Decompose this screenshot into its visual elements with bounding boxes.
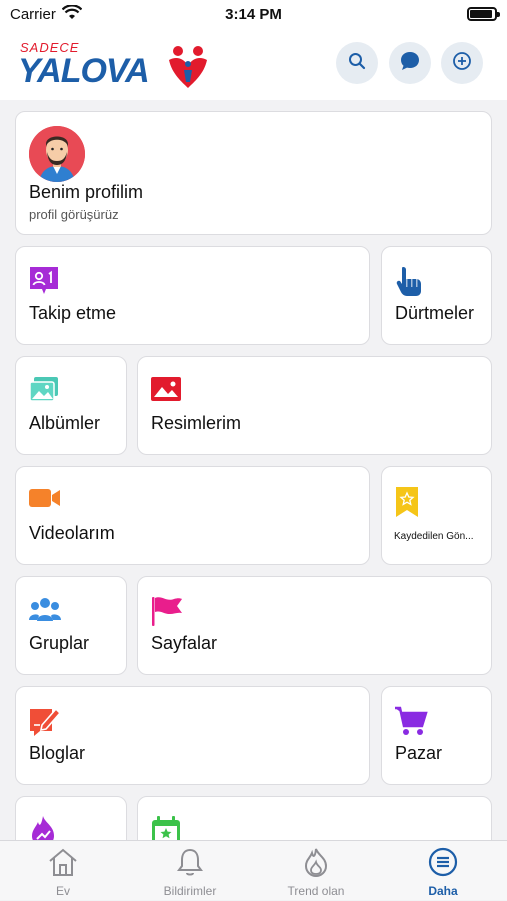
chat-icon [399, 50, 421, 77]
tile-albums[interactable]: Albümler [15, 356, 127, 455]
tile-blogs[interactable]: Bloglar [15, 686, 370, 785]
app-header: SADECE YALOVA [0, 30, 507, 100]
bottom-tab-bar: Ev Bildirimler Trend olan Daha [0, 840, 507, 900]
bell-icon [127, 847, 253, 877]
battery-icon [467, 7, 500, 21]
tab-more-label: Daha [428, 884, 458, 898]
tab-notifications-label: Bildirimler [163, 884, 217, 898]
photos-icon [150, 375, 182, 408]
tile-groups[interactable]: Gruplar [15, 576, 127, 675]
tile-albums-label: Albümler [29, 413, 101, 433]
profile-name: Benim profilim [29, 182, 144, 202]
tile-follow[interactable]: Takip etme [15, 246, 370, 345]
search-button[interactable] [336, 42, 378, 84]
tile-photos[interactable]: Resimlerim [137, 356, 492, 455]
create-button[interactable] [441, 42, 483, 84]
add-circle-icon [452, 51, 472, 76]
flag-icon [150, 595, 184, 632]
status-time: 3:14 PM [225, 6, 282, 23]
follow-user-icon [28, 265, 60, 302]
flame-icon [253, 847, 379, 877]
tile-popular-posts[interactable] [15, 796, 127, 840]
home-icon [0, 847, 126, 877]
tile-blogs-label: Bloglar [29, 743, 86, 763]
tile-pages[interactable]: Sayfalar [137, 576, 492, 675]
tile-photos-label: Resimlerim [151, 413, 241, 433]
app-logo[interactable]: SADECE YALOVA [18, 40, 218, 92]
tile-pages-label: Sayfalar [151, 633, 218, 653]
status-bar: Carrier 3:14 PM [0, 0, 507, 30]
logo-people-icon [166, 44, 210, 95]
profile-subtitle: profil görüşürüz [29, 207, 119, 222]
tile-pokes-label: Dürtmeler [395, 303, 475, 323]
albums-icon [28, 375, 60, 410]
profile-card[interactable]: Benim profilim profil görüşürüz [15, 111, 492, 235]
menu-circle-icon [380, 847, 506, 877]
tile-groups-label: Gruplar [29, 633, 90, 653]
shopping-cart-icon [394, 705, 428, 742]
tab-trending[interactable]: Trend olan [253, 841, 379, 901]
logo-main-text: YALOVA [18, 52, 150, 90]
poke-hand-icon [394, 265, 424, 302]
tile-follow-label: Takip etme [29, 303, 117, 323]
tab-trending-label: Trend olan [287, 884, 345, 898]
tile-pokes[interactable]: Dürtmeler [381, 246, 492, 345]
search-icon [348, 52, 366, 75]
tab-home[interactable]: Ev [0, 841, 126, 901]
fire-trend-icon [28, 815, 58, 840]
video-camera-icon [28, 485, 62, 516]
tab-more[interactable]: Daha [380, 841, 506, 901]
tile-videos-label: Videolarım [29, 523, 115, 543]
menu-grid: Benim profilim profil görüşürüz Takip et… [0, 100, 507, 840]
tab-notifications[interactable]: Bildirimler [127, 841, 253, 901]
bookmark-star-icon [394, 485, 420, 524]
tile-saved-posts-label: Kaydedilen Gön... [394, 531, 474, 542]
tile-market[interactable]: Pazar [381, 686, 492, 785]
tile-market-label: Pazar [395, 743, 443, 763]
blog-edit-icon [28, 705, 62, 742]
tile-videos[interactable]: Videolarım [15, 466, 370, 565]
calendar-star-icon [150, 815, 182, 840]
tile-events[interactable] [137, 796, 492, 840]
avatar [29, 126, 85, 182]
groups-icon [28, 595, 62, 628]
tab-home-label: Ev [55, 884, 70, 898]
messages-button[interactable] [389, 42, 431, 84]
tile-saved-posts[interactable]: Kaydedilen Gön... [381, 466, 492, 565]
